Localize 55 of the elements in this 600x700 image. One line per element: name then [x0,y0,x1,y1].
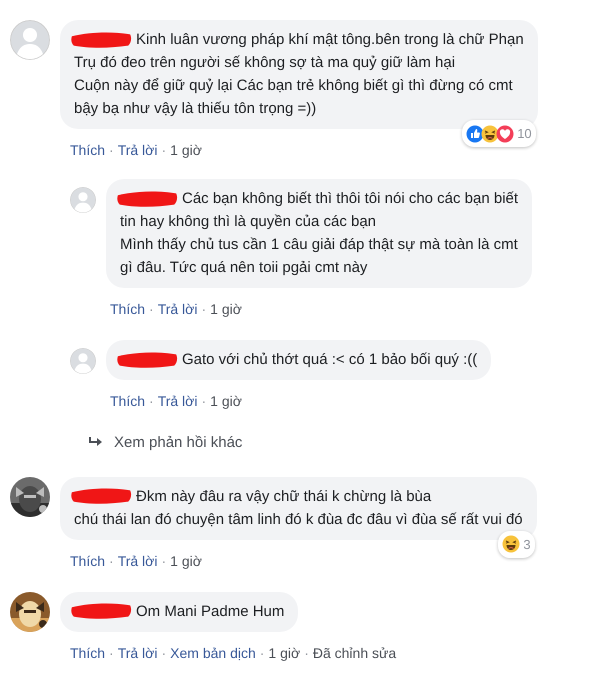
redaction-mark [70,601,132,621]
separator-dot: · [304,644,309,660]
redaction-mark [116,188,178,208]
action-link[interactable]: Thích [110,301,146,317]
action-link[interactable]: Trả lời [158,301,198,317]
more-replies-link[interactable]: Xem phản hồi khác [114,432,242,454]
comment-line: Đkm này đâu ra vậy chữ thái k chừng là bùa [136,486,432,506]
action-link[interactable]: Thích [70,142,106,158]
action-link[interactable]: Xem bản dịch [170,644,256,660]
comment-line: Kinh luân vương pháp khí mật tông.bên trong là chữ Phạn [136,30,524,50]
timestamp: 1 giờ [268,644,300,660]
comment-line: Các bạn không biết thì thôi tôi nói cho các bạn biết [182,189,518,209]
timestamp: 1 giờ [210,301,242,317]
reaction-count: 3 [523,536,531,554]
redaction-mark [70,30,132,50]
action-link[interactable]: Trả lời [158,393,198,409]
separator-dot: · [109,644,114,660]
separator-dot: · [161,552,166,568]
timestamp: 1 giờ [170,552,202,568]
timestamp: 1 giờ [210,393,242,409]
edited-label: Đã chỉnh sửa [312,644,396,660]
comment-line: tin hay không thì là quyền của các bạn [120,212,378,232]
separator-dot: · [109,142,114,158]
timestamp: 1 giờ [170,142,202,158]
laughing-icon [502,535,520,553]
like-icon [466,124,484,142]
avatar-icon[interactable] [70,187,96,213]
redaction-mark [70,486,132,506]
action-link[interactable]: Trả lời [118,644,158,660]
laughing-icon [481,124,500,142]
avatar-icon[interactable] [10,20,50,60]
action-link[interactable]: Thích [70,644,106,660]
separator-dot: · [149,301,154,317]
comment-line: Gato với chủ thớt quá :< có 1 bảo bối quý :(( [182,350,478,370]
comment-line: Cuộn này để giữ quỷ lại Các bạn trẻ không biết gì thì đừng có cmt [74,76,514,96]
action-link[interactable]: Thích [110,393,146,409]
action-link[interactable]: Trả lời [118,552,158,568]
separator-dot: · [161,142,166,158]
separator-dot: · [260,644,264,660]
action-link[interactable]: Thích [70,552,106,568]
comment-line: chú thái lan đó chuyện tâm linh đó k đùa đc đâu vì đùa sế rất vui đó [74,510,523,530]
separator-dot: · [201,393,206,409]
avatar-icon[interactable] [70,348,96,374]
separator-dot: · [149,393,154,409]
comment-line: bậy bạ như vậy là thiếu tôn trọng =)) [74,99,318,119]
comment-line: Mình thấy chủ tus cần 1 câu giải đáp thật sự mà toàn là cmt [120,235,518,255]
action-link[interactable]: Trả lời [118,142,158,158]
separator-dot: · [201,301,206,317]
redaction-mark [116,350,178,370]
reaction-count: 10 [517,125,532,143]
separator-dot: · [161,644,166,660]
comment-line: Trụ đó đeo trên người sế không sợ tà ma quỷ giữ làm hại [74,53,456,73]
separator-dot: · [109,552,114,568]
comment-line: Om Mani Padme Hum [136,602,284,622]
comment-line: gì đâu. Tức quá nên toii pgải cmt này [120,258,368,278]
